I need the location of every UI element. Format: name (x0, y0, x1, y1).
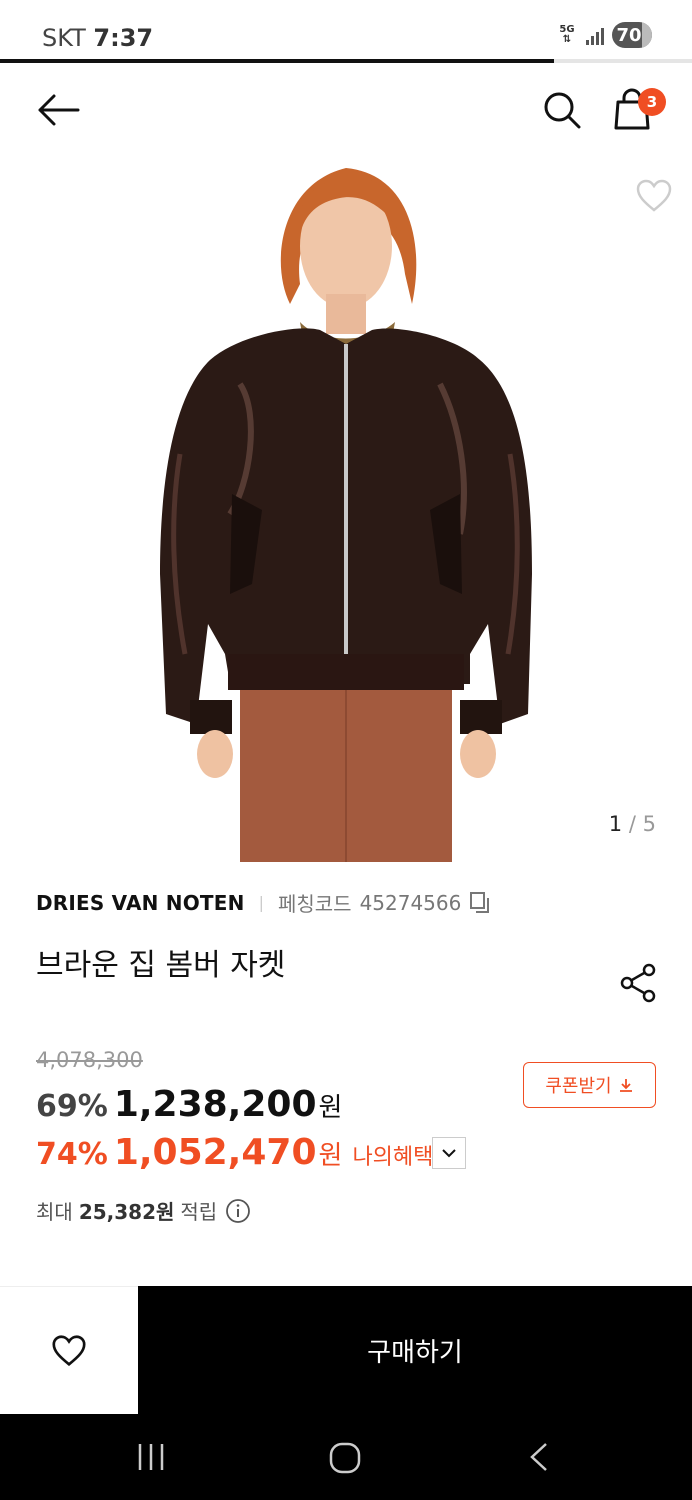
brand-divider: | (258, 893, 264, 912)
benefit-price-row: 74% 1,052,470 원 나의혜택가 (36, 1132, 454, 1173)
system-nav-bar (0, 1414, 692, 1500)
search-button[interactable] (540, 88, 584, 132)
copy-icon[interactable] (469, 891, 491, 915)
wishlist-button[interactable] (0, 1286, 138, 1414)
benefit-expand-button[interactable] (432, 1137, 466, 1169)
chevron-down-icon (442, 1149, 456, 1158)
benefit-price: 1,052,470 (113, 1132, 317, 1173)
search-icon (544, 92, 581, 129)
page-load-progress (0, 59, 692, 63)
cart-count-badge: 3 (638, 88, 666, 116)
wishlist-top-button[interactable] (634, 176, 674, 216)
info-icon[interactable] (225, 1198, 251, 1224)
sale-price-row: 69% 1,238,200 원 (36, 1084, 342, 1125)
reward-points-row: 최대 25,382원 적립 (36, 1196, 251, 1225)
image-counter: 1 / 5 (609, 812, 656, 836)
benefit-rate: 74% (36, 1137, 108, 1172)
system-back-icon[interactable] (526, 1442, 552, 1472)
network-5g-icon: 5G ⇅ (559, 24, 575, 45)
carrier-name: SKT (42, 24, 86, 52)
coupon-label: 쿠폰받기 (545, 1076, 612, 1097)
app-header: 3 (0, 64, 692, 154)
home-icon[interactable] (328, 1441, 362, 1475)
buy-button[interactable]: 구매하기 (138, 1286, 692, 1414)
discount-rate: 69% (36, 1089, 108, 1124)
coupon-download-button[interactable]: 쿠폰받기 (523, 1062, 656, 1108)
back-button[interactable] (34, 90, 82, 130)
product-title: 브라운 집 봄버 자켓 (36, 948, 286, 983)
product-code-label: 페칭코드 (277, 892, 352, 916)
sale-price-currency: 원 (318, 1093, 343, 1123)
points-value: 25,382원 (78, 1200, 175, 1224)
recent-apps-icon[interactable] (136, 1442, 166, 1472)
brand-row: DRIES VAN NOTEN | 페칭코드 45274566 (36, 888, 491, 917)
product-code: 45274566 (359, 890, 462, 915)
download-icon (619, 1079, 632, 1092)
battery-icon: 70 (612, 22, 652, 48)
image-current: 1 (608, 812, 623, 836)
product-photo (160, 168, 532, 862)
progress-fill (0, 59, 554, 63)
back-arrow-icon (38, 94, 80, 126)
original-price: 4,078,300 (36, 1048, 143, 1072)
bottom-action-bar: 구매하기 (0, 1286, 692, 1414)
status-bar: SKT 7:37 5G ⇅ 70 (0, 0, 692, 60)
signal-icon (586, 25, 604, 45)
points-suffix: 적립 (180, 1200, 218, 1224)
status-icons: 5G ⇅ 70 (556, 22, 652, 48)
image-separator: / (628, 812, 636, 836)
heart-icon (52, 1334, 86, 1366)
battery-level: 70 (616, 24, 642, 46)
clock-time: 7:37 (93, 24, 154, 52)
product-image[interactable] (0, 154, 692, 862)
status-carrier-time: SKT 7:37 (42, 24, 153, 52)
benefit-price-currency: 원 (318, 1141, 343, 1171)
brand-name[interactable]: DRIES VAN NOTEN (36, 891, 245, 915)
points-prefix: 최대 (36, 1200, 73, 1224)
share-button[interactable] (618, 962, 658, 1004)
share-icon (620, 963, 656, 1003)
heart-icon (636, 179, 672, 212)
sale-price: 1,238,200 (113, 1084, 317, 1125)
image-total: 5 (642, 812, 656, 836)
cart-button[interactable]: 3 (612, 86, 666, 132)
